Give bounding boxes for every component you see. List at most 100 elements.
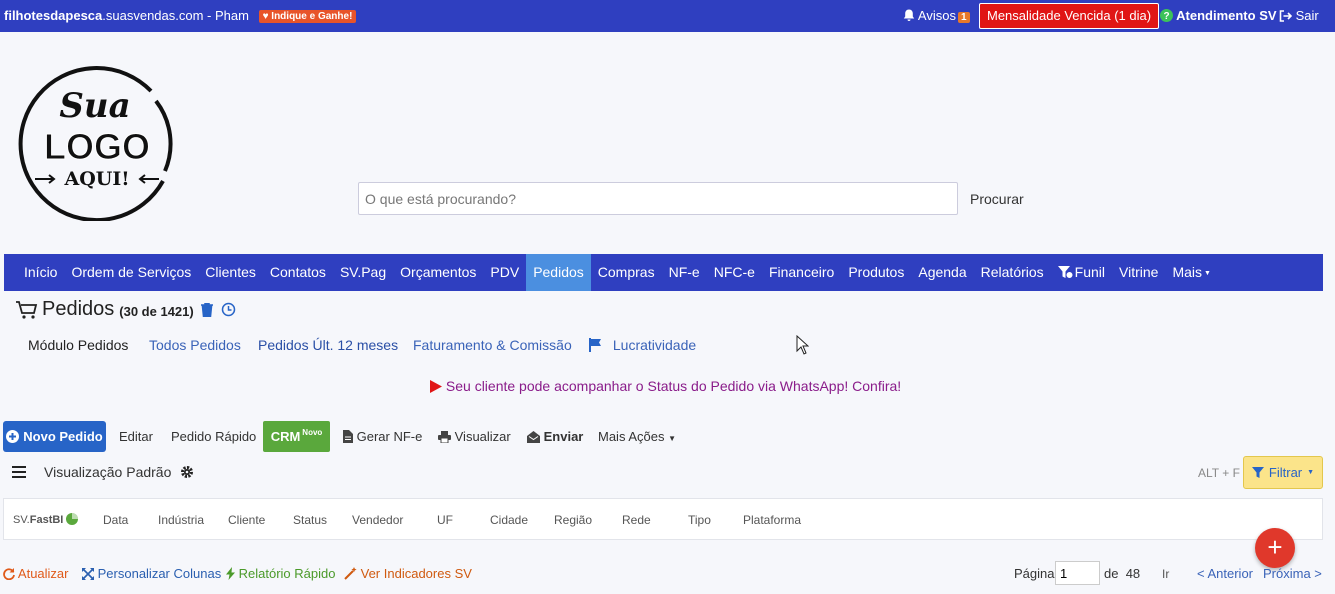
mouse-cursor-icon: [796, 335, 809, 355]
nav-item-pdv[interactable]: PDV: [483, 254, 526, 291]
nav-item-label: Compras: [597, 264, 655, 280]
sair-button[interactable]: Sair: [1279, 8, 1319, 23]
nav-item-label: Clientes: [205, 264, 256, 280]
column-header[interactable]: UF: [437, 513, 453, 527]
nav-item-label: Financeiro: [768, 264, 835, 280]
mensalidade-vencida-button[interactable]: Mensalidade Vencida (1 dia): [979, 3, 1160, 29]
logo-image: Sua LOGO AQUI!: [18, 66, 173, 223]
nav-item-contatos[interactable]: Contatos: [263, 254, 333, 291]
column-header[interactable]: Plataforma: [743, 513, 801, 527]
history-clock-icon[interactable]: [221, 302, 236, 317]
filtrar-label: Filtrar: [1268, 465, 1303, 480]
search-button[interactable]: Procurar: [962, 182, 1032, 215]
nav-item-label: NFC-e: [713, 264, 755, 280]
nav-item-financeiro[interactable]: Financeiro: [762, 254, 841, 291]
nav-item-pedidos[interactable]: Pedidos: [526, 254, 591, 291]
plus-circle-icon: [6, 430, 20, 443]
crm-button[interactable]: CRM Novo: [263, 421, 330, 452]
whatsapp-promo-link[interactable]: Seu cliente pode acompanhar o Status do …: [430, 378, 901, 394]
mais-acoes-label: Mais Ações: [598, 429, 665, 444]
hamburger-menu-icon[interactable]: [12, 466, 26, 478]
total-pages-value: 48: [1125, 566, 1141, 581]
search-input[interactable]: [358, 182, 958, 215]
nav-item-nf-e[interactable]: NF-e: [662, 254, 707, 291]
submenu-pedidos-12-meses[interactable]: Pedidos Últ. 12 meses: [258, 337, 398, 353]
mais-acoes-dropdown[interactable]: Mais Ações ▼: [598, 429, 676, 444]
column-header[interactable]: Tipo: [688, 513, 711, 527]
atualizar-label: Atualizar: [17, 566, 69, 581]
column-header[interactable]: Cliente: [228, 513, 265, 527]
view-selector[interactable]: Visualização Padrão: [44, 464, 194, 480]
novo-pedido-label: Novo Pedido: [23, 429, 103, 444]
enviar-button[interactable]: Enviar: [527, 429, 583, 444]
filter-shortcut-hint: ALT + F: [1198, 466, 1240, 480]
nav-item-label: Ordem de Serviços: [71, 264, 192, 280]
nav-item-produtos[interactable]: Produtos: [841, 254, 911, 291]
logo-line1: Sua: [59, 86, 130, 126]
nav-item-clientes[interactable]: Clientes: [198, 254, 263, 291]
printer-icon: [438, 431, 451, 444]
envelope-open-icon: [527, 431, 540, 443]
page-number-input[interactable]: [1055, 561, 1100, 585]
editar-button[interactable]: Editar: [119, 429, 153, 444]
gerar-nfe-button[interactable]: Gerar NF-e: [343, 429, 422, 444]
nav-item-inicio[interactable]: Início: [17, 254, 64, 291]
gear-icon[interactable]: [180, 465, 194, 479]
nav-item-nfc-e[interactable]: NFC-e: [707, 254, 762, 291]
nav-item-sv-pag[interactable]: SV.Pag: [333, 254, 393, 291]
ver-indicadores-link[interactable]: Ver Indicadores SV: [344, 566, 472, 581]
crm-label: CRM: [270, 429, 301, 444]
column-header[interactable]: Status: [293, 513, 327, 527]
personalizar-colunas-link[interactable]: Personalizar Colunas: [82, 566, 221, 581]
nav-item-compras[interactable]: Compras: [591, 254, 662, 291]
nav-item-orcamentos[interactable]: Orçamentos: [393, 254, 483, 291]
atendimento-button[interactable]: ? Atendimento SV: [1160, 8, 1277, 23]
nav-item-label: Orçamentos: [400, 264, 477, 280]
column-header[interactable]: Data: [103, 513, 128, 527]
nav-item-funil[interactable]: Funil: [1051, 254, 1112, 291]
pagina-label: Página: [1014, 566, 1055, 581]
column-header[interactable]: Vendedor: [352, 513, 403, 527]
main-nav: Início Ordem de Serviços Clientes Contatos S…: [4, 254, 1323, 291]
submenu-faturamento-comissao[interactable]: Faturamento & Comissão: [413, 337, 572, 353]
nav-item-agenda[interactable]: Agenda: [911, 254, 973, 291]
indique-ganhe-button[interactable]: ♥ Indique e Ganhe!: [258, 10, 357, 23]
ir-button[interactable]: Ir: [1162, 567, 1169, 581]
domain-user: .suasvendas.com - Pham: [102, 8, 249, 23]
pedido-rapido-button[interactable]: Pedido Rápido: [171, 429, 256, 444]
anterior-button[interactable]: < Anterior: [1197, 566, 1253, 581]
nav-item-ordem-de-servicos[interactable]: Ordem de Serviços: [64, 254, 198, 291]
column-header[interactable]: Rede: [622, 513, 651, 527]
nav-item-relatorios[interactable]: Relatórios: [974, 254, 1051, 291]
column-header[interactable]: Indústria: [158, 513, 204, 527]
submenu-todos-pedidos[interactable]: Todos Pedidos: [149, 337, 241, 353]
relatorio-rapido-link[interactable]: Relatório Rápido: [226, 566, 335, 581]
caret-down-icon: ▼: [1307, 469, 1315, 476]
atualizar-link[interactable]: Atualizar: [3, 566, 68, 581]
logout-icon: [1279, 10, 1293, 22]
novo-pedido-button[interactable]: Novo Pedido: [3, 421, 106, 452]
bell-icon: [903, 9, 915, 21]
nav-item-vitrine[interactable]: Vitrine: [1112, 254, 1165, 291]
lightning-icon: [226, 567, 235, 580]
pie-chart-icon: [66, 513, 79, 525]
filtrar-button[interactable]: Filtrar ▼: [1243, 456, 1323, 489]
filter-icon: [1251, 466, 1264, 478]
add-fab-button[interactable]: +: [1255, 528, 1295, 568]
proxima-button[interactable]: Próxima >: [1263, 566, 1322, 581]
submenu-lucratividade[interactable]: Lucratividade: [589, 337, 696, 353]
visualizar-label: Visualizar: [454, 429, 511, 444]
column-header[interactable]: Região: [554, 513, 592, 527]
nav-item-mais[interactable]: Mais ▼: [1165, 254, 1217, 291]
personalizar-label: Personalizar Colunas: [97, 566, 222, 581]
gerar-nfe-label: Gerar NF-e: [356, 429, 423, 444]
trash-icon[interactable]: [200, 302, 213, 317]
plus-icon: +: [1267, 532, 1283, 562]
visualizar-button[interactable]: Visualizar: [438, 429, 511, 444]
column-header[interactable]: Cidade: [490, 513, 528, 527]
avisos-button[interactable]: Avisos 1: [903, 8, 970, 23]
company-logo[interactable]: Sua LOGO AQUI!: [13, 61, 175, 223]
flag-icon: [589, 338, 601, 352]
fastbi-button[interactable]: SV.FastBI: [13, 513, 79, 526]
submenu-modulo-pedidos[interactable]: Módulo Pedidos: [28, 337, 128, 353]
